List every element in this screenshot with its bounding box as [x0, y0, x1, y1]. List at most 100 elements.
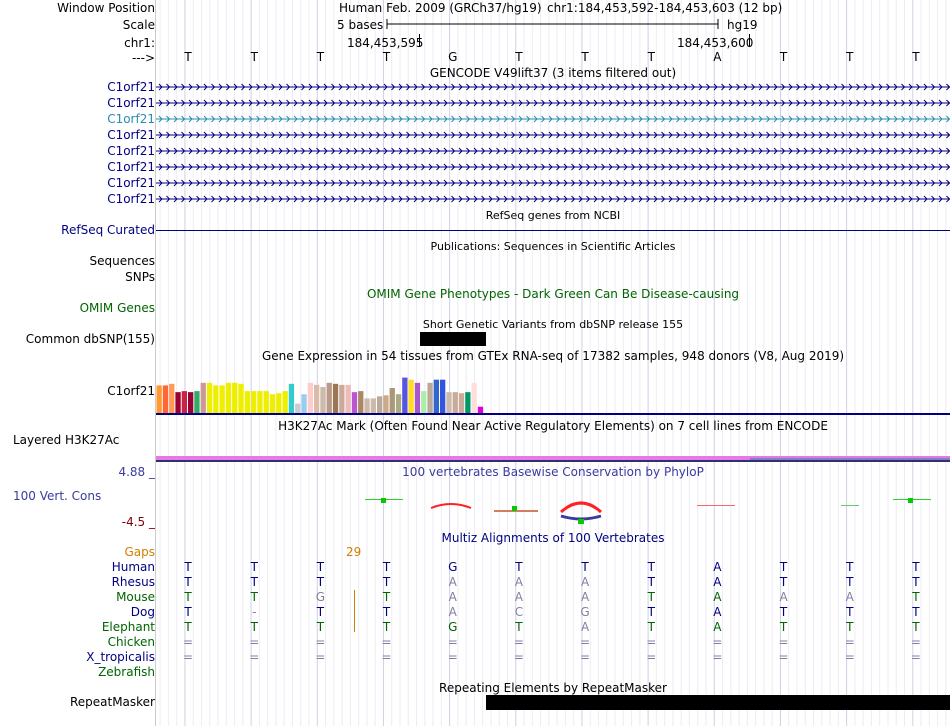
alignment-base: G: [448, 560, 458, 574]
gencode-item-label[interactable]: C1orf21: [0, 128, 155, 142]
sequences-label[interactable]: Sequences: [0, 254, 155, 268]
alignment-base: T: [912, 590, 920, 604]
refseq-track-title[interactable]: RefSeq genes from NCBI: [156, 209, 950, 222]
gencode-item-label[interactable]: C1orf21: [0, 176, 155, 190]
gencode-item-label[interactable]: C1orf21: [0, 192, 155, 206]
alignment-base: A: [448, 590, 457, 604]
h3k27ac-track-title[interactable]: H3K27Ac Mark (Often Found Near Active Re…: [156, 419, 950, 433]
gtex-gene-label[interactable]: C1orf21: [0, 384, 155, 398]
repeat-element-block[interactable]: [486, 695, 950, 710]
gtex-tissue-bar: [440, 379, 446, 414]
alignment-base: T: [515, 620, 523, 634]
alignment-base: T: [846, 575, 854, 589]
gtex-baseline: [156, 413, 950, 415]
gtex-tissue-bar: [370, 398, 376, 414]
gencode-transcripts[interactable]: [156, 80, 950, 208]
alignment-base: T: [647, 575, 655, 589]
reference-base: T: [581, 50, 589, 64]
phylop-min-label: -4.5 _: [121, 515, 155, 529]
reference-base: T: [515, 50, 523, 64]
dbsnp-track-title[interactable]: Short Genetic Variants from dbSNP releas…: [156, 318, 950, 331]
alignment-base: =: [381, 635, 392, 649]
alignment-base: T: [316, 560, 325, 574]
species-elephant-label: Elephant: [101, 620, 155, 634]
gtex-tissue-bar: [314, 384, 320, 414]
alignment-base: =: [646, 650, 657, 664]
phylop-signal[interactable]: [156, 488, 950, 528]
repeatmasker-label[interactable]: RepeatMasker: [0, 695, 155, 709]
reference-base: T: [250, 50, 258, 64]
alignment-base: A: [713, 575, 722, 589]
alignment-base: =: [712, 635, 723, 649]
refseq-label[interactable]: RefSeq Curated: [0, 223, 155, 237]
alignment-base: A: [448, 605, 457, 619]
alignment-base: =: [447, 650, 458, 664]
snps-label[interactable]: SNPs: [0, 270, 155, 284]
alignment-base: =: [315, 650, 326, 664]
alignment-base: =: [249, 650, 260, 664]
alignment-base: T: [250, 560, 258, 574]
phylop-mark: [559, 501, 603, 514]
h3k27ac-label[interactable]: Layered H3K27Ac: [0, 433, 155, 447]
alignment-base: T: [647, 605, 655, 619]
gtex-tissue-bar: [225, 382, 232, 414]
publications-track-title[interactable]: Publications: Sequences in Scientific Ar…: [156, 240, 950, 253]
gtex-track-title[interactable]: Gene Expression in 54 tissues from GTEx …: [156, 349, 950, 363]
gtex-tissue-bar: [364, 398, 370, 414]
gtex-tissue-bar: [219, 385, 225, 414]
alignment-base: A: [514, 575, 524, 589]
gtex-tissue-bar: [301, 394, 307, 414]
gencode-track-title[interactable]: GENCODE V49lift37 (3 items filtered out): [156, 66, 950, 80]
phylop-mark: [908, 498, 913, 503]
gtex-tissue-bar: [307, 382, 313, 414]
reference-base: G: [448, 50, 458, 64]
alignment-base: T: [316, 605, 325, 619]
gtex-tissue-bar: [471, 382, 477, 414]
gtex-tissue-bar: [282, 391, 288, 414]
phylop-track-label[interactable]: 100 Vert. Cons: [0, 489, 155, 503]
gencode-item-label[interactable]: C1orf21: [0, 96, 155, 110]
gtex-expression-bars[interactable]: [156, 362, 950, 414]
alignment-base: T: [250, 590, 258, 604]
omim-label[interactable]: OMIM Genes: [0, 301, 155, 315]
alignment-base: T: [846, 605, 854, 619]
phylop-mark: [512, 506, 517, 511]
phylop-track-title[interactable]: 100 vertebrates Basewise Conservation by…: [156, 465, 950, 479]
gtex-tissue-bar: [345, 384, 351, 414]
alignment-base: A: [713, 605, 722, 619]
alignment-base: T: [184, 590, 192, 604]
gtex-tissue-bar: [326, 382, 332, 414]
alignment-base: =: [910, 635, 921, 649]
gencode-item-label[interactable]: C1orf21: [0, 144, 155, 158]
alignment-base: T: [316, 620, 325, 634]
phylop-mark: [560, 514, 602, 521]
track-display-area[interactable]: Human Feb. 2009 (GRCh37/hg19) chr1:184,4…: [156, 0, 950, 726]
repeatmasker-track-title[interactable]: Repeating Elements by RepeatMasker: [156, 681, 950, 695]
gencode-item-label[interactable]: C1orf21: [0, 160, 155, 174]
gtex-tissue-bar: [446, 392, 452, 414]
alignment-base: =: [778, 650, 789, 664]
alignment-base: T: [846, 560, 854, 574]
coord-tick-mark-2: [749, 34, 750, 47]
omim-track-title[interactable]: OMIM Gene Phenotypes - Dark Green Can Be…: [156, 287, 950, 301]
gtex-tissue-bar: [351, 392, 358, 414]
alignment-base: T: [912, 560, 920, 574]
h3k27ac-baseline: [156, 460, 950, 462]
multiz-track-title[interactable]: Multiz Alignments of 100 Vertebrates: [156, 531, 950, 545]
gtex-tissue-bar: [377, 396, 383, 414]
dbsnp-variant-block[interactable]: [420, 332, 486, 346]
alignment-base: T: [912, 575, 920, 589]
species-chicken-label: Chicken: [107, 635, 155, 649]
alignment-base: G: [580, 605, 590, 619]
gencode-item-label[interactable]: C1orf21: [0, 112, 155, 126]
alignment-base: A: [448, 575, 457, 589]
gtex-tissue-bar: [156, 385, 162, 414]
alignment-base: C: [514, 605, 524, 619]
dbsnp-label[interactable]: Common dbSNP(155): [0, 332, 155, 346]
gtex-tissue-bar: [452, 392, 458, 414]
gtex-tissue-bar: [251, 391, 257, 414]
species-rhesus-label: Rhesus: [111, 575, 155, 589]
gtex-tissue-bar: [332, 383, 339, 414]
refseq-gene-line[interactable]: [156, 230, 950, 231]
gencode-item-label[interactable]: C1orf21: [0, 80, 155, 94]
